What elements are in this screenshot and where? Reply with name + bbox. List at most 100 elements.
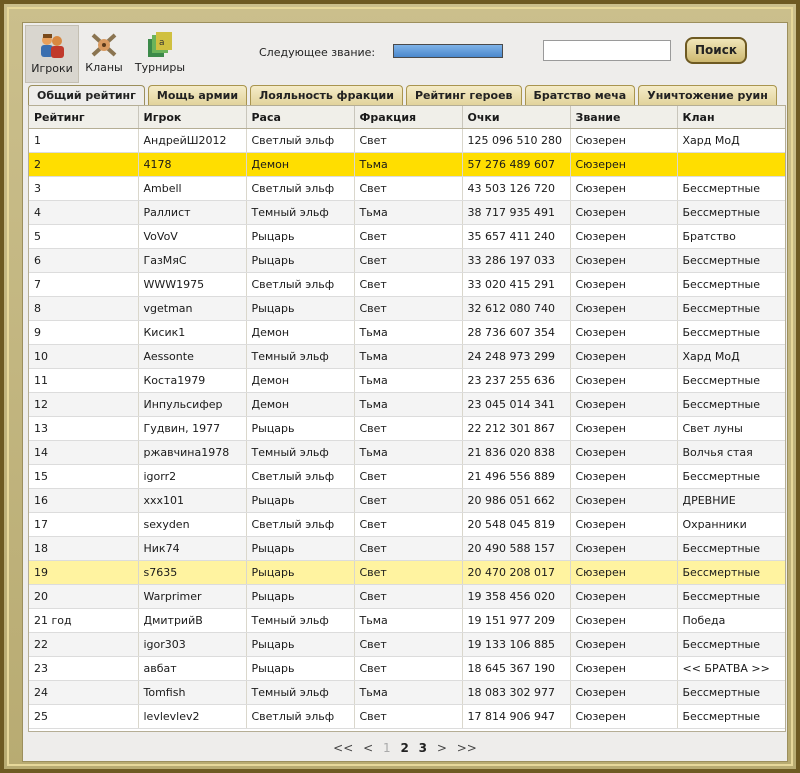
cell-clan[interactable]: Бессмертные <box>677 536 785 561</box>
column-header-player[interactable]: Игрок <box>138 106 247 129</box>
cell-clan[interactable]: Бессмертные <box>677 320 785 345</box>
table-row[interactable]: 3 Ambell Светлый эльф Свет 43 503 126 720 Сюз… <box>29 176 785 201</box>
cell-clan[interactable]: Бессмертные <box>677 368 785 393</box>
cell-clan[interactable]: Волчья стая <box>677 440 785 465</box>
cell-clan[interactable]: << БРАТВА >> <box>677 656 785 681</box>
page-last-link[interactable]: >> <box>457 741 477 755</box>
page-2-link[interactable]: 2 <box>400 741 408 755</box>
cell-player[interactable]: ГазМяС <box>138 248 247 273</box>
table-row[interactable]: 11 Коста1979 Демон Тьма 23 237 255 636 Сюзере… <box>29 368 785 393</box>
cell-player[interactable]: Коста1979 <box>138 368 247 393</box>
cell-clan[interactable]: Бессмертные <box>677 392 785 417</box>
table-row[interactable]: 16 xxx101 Рыцарь Свет 20 986 051 662 Сюзерен Д… <box>29 488 785 513</box>
cell-player[interactable]: Warprimer <box>138 584 247 609</box>
cell-clan[interactable]: Победа <box>677 608 785 633</box>
cell-clan[interactable]: Свет луны <box>677 416 785 441</box>
table-row[interactable]: 21 год ДмитрийВ Темный эльф Тьма 19 151 977 … <box>29 608 785 633</box>
table-row[interactable]: 6 ГазМяС Рыцарь Свет 33 286 197 033 Сюзерен Бе… <box>29 248 785 273</box>
table-row[interactable]: 5 VoVoV Рыцарь Свет 35 657 411 240 Сюзерен Бра… <box>29 224 785 249</box>
cell-player[interactable]: sexyden <box>138 512 247 537</box>
table-row[interactable]: 17 sexyden Светлый эльф Свет 20 548 045 819 С… <box>29 512 785 537</box>
tab-hero-rating[interactable]: Рейтинг героев <box>405 85 522 105</box>
page-next-link[interactable]: > <box>437 741 447 755</box>
table-row[interactable]: 23 авбат Рыцарь Свет 18 645 367 190 Сюзерен <<… <box>29 656 785 681</box>
cell-clan[interactable]: Бессмертные <box>677 704 785 729</box>
cell-clan[interactable]: Хард МоД <box>677 344 785 369</box>
cell-clan[interactable]: Бессмертные <box>677 248 785 273</box>
column-header-points[interactable]: Очки <box>462 106 571 129</box>
cell-player[interactable]: авбат <box>138 656 247 681</box>
cell-clan[interactable]: Бессмертные <box>677 176 785 201</box>
cell-player[interactable]: vgetman <box>138 296 247 321</box>
cell-clan[interactable]: Бессмертные <box>677 680 785 705</box>
page-prev-link[interactable]: < <box>363 741 373 755</box>
cell-player[interactable]: ДмитрийВ <box>138 608 247 633</box>
column-header-title[interactable]: Звание <box>570 106 678 129</box>
cell-player[interactable]: igorr2 <box>138 464 247 489</box>
table-row[interactable]: 24 Tomfish Темный эльф Тьма 18 083 302 977 Сю… <box>29 680 785 705</box>
table-row[interactable]: 15 igorr2 Светлый эльф Свет 21 496 556 889 Сю… <box>29 464 785 489</box>
cell-player[interactable]: ржавчина1978 <box>138 440 247 465</box>
cell-player[interactable]: Гудвин, 1977 <box>138 416 247 441</box>
cell-player[interactable]: 4178 <box>138 152 247 177</box>
tab-army-power[interactable]: Мощь армии <box>147 85 248 105</box>
table-row[interactable]: 25 levlevlev2 Светлый эльф Свет 17 814 906 9… <box>29 704 785 729</box>
table-row[interactable]: 14 ржавчина1978 Темный эльф Тьма 21 836 020 … <box>29 440 785 465</box>
search-button[interactable]: Поиск <box>685 37 747 64</box>
nav-players-button[interactable]: Игроки <box>25 25 79 83</box>
table-row[interactable]: 2 4178 Демон Тьма 57 276 489 607 Сюзерен <box>29 152 785 177</box>
cell-clan[interactable]: Охранники <box>677 512 785 537</box>
tab-ruin-destruction[interactable]: Уничтожение руин <box>638 85 777 105</box>
table-row[interactable]: 20 Warprimer Рыцарь Свет 19 358 456 020 Сюзер… <box>29 584 785 609</box>
cell-player[interactable]: Ambell <box>138 176 247 201</box>
cell-player[interactable]: levlevlev2 <box>138 704 247 729</box>
nav-clans-button[interactable]: Кланы <box>81 25 127 81</box>
cell-clan[interactable]: Бессмертные <box>677 464 785 489</box>
cell-player[interactable]: Ник74 <box>138 536 247 561</box>
search-input[interactable] <box>543 40 671 61</box>
cell-player[interactable]: Кисик1 <box>138 320 247 345</box>
cell-clan[interactable]: Хард МоД <box>677 128 785 153</box>
column-header-race[interactable]: Раса <box>246 106 355 129</box>
cell-clan[interactable]: Бессмертные <box>677 632 785 657</box>
tab-overall-rating[interactable]: Общий рейтинг <box>28 85 145 105</box>
cell-player[interactable]: WWW1975 <box>138 272 247 297</box>
table-row[interactable]: 7 WWW1975 Светлый эльф Свет 33 020 415 291 Сю… <box>29 272 785 297</box>
table-row[interactable]: 13 Гудвин, 1977 Рыцарь Свет 22 212 301 867 Сю… <box>29 416 785 441</box>
cell-clan[interactable] <box>677 152 785 177</box>
nav-tournaments-button[interactable]: а Турниры <box>131 25 189 81</box>
table-row[interactable]: 1 АндрейШ2012 Светлый эльф Свет 125 096 510 … <box>29 128 785 153</box>
tab-sword-brotherhood[interactable]: Братство меча <box>524 85 636 105</box>
table-row[interactable]: 8 vgetman Рыцарь Свет 32 612 080 740 Сюзерен Б… <box>29 296 785 321</box>
cell-rank: 25 <box>29 704 139 729</box>
cell-player[interactable]: VoVoV <box>138 224 247 249</box>
page-first-link[interactable]: << <box>333 741 353 755</box>
cell-player[interactable]: xxx101 <box>138 488 247 513</box>
column-header-clan[interactable]: Клан <box>677 106 785 129</box>
tab-faction-loyalty[interactable]: Лояльность фракции <box>250 85 403 105</box>
table-row[interactable]: 10 Aessonte Темный эльф Тьма 24 248 973 299 С… <box>29 344 785 369</box>
table-row[interactable]: 22 igor303 Рыцарь Свет 19 133 106 885 Сюзерен… <box>29 632 785 657</box>
cell-clan[interactable]: Бессмертные <box>677 200 785 225</box>
table-row[interactable]: 4 Раллист Темный эльф Тьма 38 717 935 491 Сюз… <box>29 200 785 225</box>
cell-player[interactable]: Tomfish <box>138 680 247 705</box>
cell-player[interactable]: Aessonte <box>138 344 247 369</box>
cell-player[interactable]: s7635 <box>138 560 247 585</box>
table-row[interactable]: 12 Инпульсифер Демон Тьма 23 045 014 341 Сюзе… <box>29 392 785 417</box>
cell-clan[interactable]: Братство <box>677 224 785 249</box>
cell-clan[interactable]: Бессмертные <box>677 296 785 321</box>
table-row[interactable]: 9 Кисик1 Демон Тьма 28 736 607 354 Сюзерен Бес… <box>29 320 785 345</box>
cell-clan[interactable]: Бессмертные <box>677 584 785 609</box>
cell-clan[interactable]: Бессмертные <box>677 272 785 297</box>
cell-player[interactable]: АндрейШ2012 <box>138 128 247 153</box>
cell-player[interactable]: Раллист <box>138 200 247 225</box>
table-row[interactable]: 19 s7635 Рыцарь Свет 20 470 208 017 Сюзерен Бе… <box>29 560 785 585</box>
cell-clan[interactable]: Бессмертные <box>677 560 785 585</box>
cell-clan[interactable]: ДРЕВНИЕ <box>677 488 785 513</box>
cell-player[interactable]: igor303 <box>138 632 247 657</box>
page-3-link[interactable]: 3 <box>419 741 427 755</box>
column-header-rank[interactable]: Рейтинг <box>29 106 139 129</box>
column-header-faction[interactable]: Фракция <box>354 106 463 129</box>
cell-player[interactable]: Инпульсифер <box>138 392 247 417</box>
table-row[interactable]: 18 Ник74 Рыцарь Свет 20 490 588 157 Сюзерен Бе… <box>29 536 785 561</box>
